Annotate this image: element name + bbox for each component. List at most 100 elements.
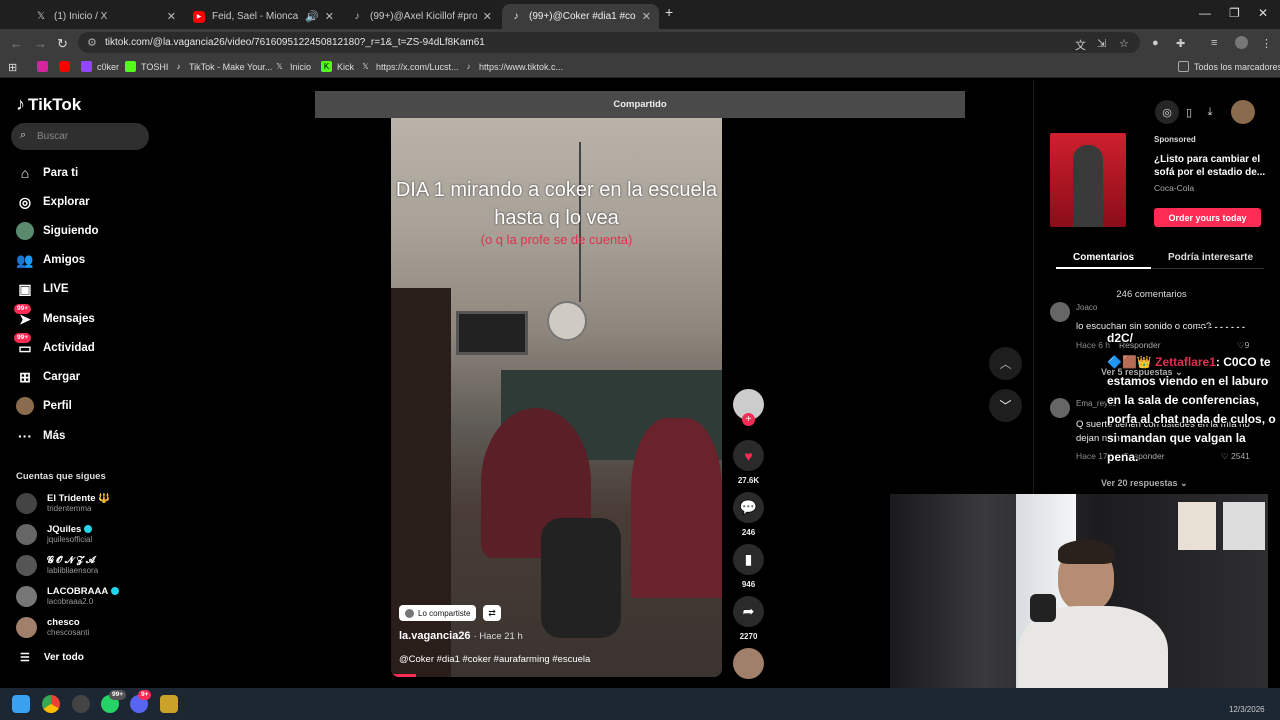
browser-tab-active[interactable]: ♪ (99+)@Coker #dia1 #coker #au ✕ <box>502 4 659 29</box>
ad-cta-button[interactable]: Order yours today <box>1154 208 1261 227</box>
speaker-icon[interactable]: 🔊 <box>305 10 319 23</box>
nav-amigos[interactable]: 👥 Amigos <box>16 251 85 269</box>
browser-tab[interactable]: ▶ Feid, Sael - Mionca Al Bloq 🔊 ✕ <box>185 4 342 29</box>
video-author[interactable]: la.vagancia26 <box>399 630 471 642</box>
avatar[interactable] <box>1050 398 1070 418</box>
search-input[interactable]: ⌕ Buscar <box>11 123 149 150</box>
bookmark-tiktok-url[interactable]: ♪ https://www.tiktok.c... <box>463 61 564 72</box>
compass-icon[interactable]: ◎ <box>1155 100 1179 124</box>
browser-tab[interactable]: ♪ (99+)@Axel Kicillof #promo26 ✕ <box>343 4 500 29</box>
nav-mensajes[interactable]: ➤ 99+ Mensajes <box>14 304 95 328</box>
list-icon: ☰ <box>20 652 30 664</box>
nav-explorar[interactable]: ◎ Explorar <box>16 193 90 211</box>
profile-avatar[interactable] <box>1231 100 1255 124</box>
close-tab-icon[interactable]: ✕ <box>483 10 492 23</box>
sound-avatar[interactable] <box>733 648 764 679</box>
bookmark-tiktok[interactable]: ♪ TikTok - Make Your... <box>173 61 273 72</box>
see-all-button[interactable]: ☰ Ver todo <box>20 651 84 664</box>
translate-icon[interactable]: 文 <box>1075 37 1086 53</box>
close-window-button[interactable]: ✕ <box>1258 6 1268 20</box>
bookmark-kick[interactable]: K Kick <box>321 61 354 72</box>
next-video-button[interactable]: ﹀ <box>989 389 1022 422</box>
install-icon[interactable]: ⇲ <box>1097 37 1106 50</box>
taskbar-date: 12/3/2026 <box>1229 705 1265 714</box>
video-player[interactable]: DIA 1 mirando a coker en la escuela hast… <box>391 118 722 677</box>
new-tab-button[interactable]: + <box>665 4 673 20</box>
browser-tab[interactable]: 𝕏 (1) Inicio / X ✕ <box>27 4 184 29</box>
avatar[interactable] <box>1050 302 1070 322</box>
download-icon[interactable]: ⤓ <box>1198 100 1222 124</box>
classroom-tv <box>456 311 528 355</box>
profile-avatar[interactable] <box>1235 36 1248 49</box>
menu-icon[interactable]: ⋮ <box>1261 37 1272 50</box>
minimize-button[interactable]: — <box>1199 6 1211 20</box>
view-replies[interactable]: Ver 20 respuestas ⌄ <box>1101 478 1188 489</box>
nav-actividad[interactable]: ▭ 99+ Actividad <box>14 333 95 357</box>
video-progress-bar[interactable] <box>391 674 416 677</box>
close-tab-icon[interactable]: ✕ <box>325 10 334 23</box>
creator-avatar[interactable]: + <box>733 389 764 426</box>
microphone <box>1030 594 1056 622</box>
sponsored-label: Sponsored <box>1154 135 1196 144</box>
comment-button[interactable]: 💬 246 <box>733 492 764 537</box>
tab-podria-interesarte[interactable]: Podría interesarte <box>1168 252 1253 263</box>
extension-icon[interactable]: ● <box>1152 37 1159 49</box>
nav-cargar[interactable]: ⊞ Cargar <box>16 368 80 386</box>
share-button[interactable]: ➦ 2270 <box>733 596 764 641</box>
app-icon[interactable] <box>160 695 178 713</box>
followed-account[interactable]: JQuiles jquilesofficial <box>16 524 93 545</box>
save-button[interactable]: ▮ 946 <box>733 544 764 589</box>
followed-account[interactable]: 𝓖 𝓞 𝓝 𝓩 𝓐lablibliaensora <box>16 555 98 576</box>
bookmark-x[interactable]: 𝕏https://x.com/Lucst... <box>360 61 458 72</box>
bookmark-label: Kick <box>337 61 355 72</box>
site-info-icon[interactable]: ⚙ <box>87 36 97 49</box>
chrome-icon[interactable] <box>42 695 60 713</box>
instagram-bookmark[interactable] <box>37 61 53 72</box>
bookmark-inicio[interactable]: 𝕏 Inicio <box>274 61 311 72</box>
video-overlay-subtext: (o q la profe se de cuenta) <box>480 232 633 247</box>
followed-account[interactable]: El Tridente 🔱 tridentemma <box>16 493 110 514</box>
previous-video-button[interactable]: ︿ <box>989 347 1022 380</box>
nav-siguiendo[interactable]: Siguiendo <box>16 222 99 240</box>
nav-live[interactable]: ▣ LIVE <box>16 280 68 298</box>
apps-icon[interactable]: ⊞ <box>8 61 17 74</box>
extensions-puzzle-icon[interactable]: ✚ <box>1176 37 1185 50</box>
discord-icon[interactable]: 9+ <box>130 690 152 713</box>
bookmark-toshi[interactable]: TOSHI <box>125 61 168 72</box>
tiktok-icon: ♪ <box>513 11 519 22</box>
nav-perfil[interactable]: Perfil <box>16 397 72 415</box>
repost-icon[interactable]: ⇄ <box>483 605 501 621</box>
media-icon[interactable]: ≡ <box>1211 37 1217 49</box>
nav-para-ti[interactable]: ⌂ Para ti <box>16 164 78 182</box>
tab-comentarios[interactable]: Comentarios <box>1073 252 1134 263</box>
youtube-bookmark[interactable] <box>59 61 75 72</box>
windows-start-icon[interactable] <box>12 695 30 713</box>
forward-icon[interactable]: → <box>34 36 47 51</box>
close-tab-icon[interactable]: ✕ <box>642 10 651 23</box>
avatar <box>16 555 37 576</box>
search-placeholder: Buscar <box>37 131 69 142</box>
followed-account[interactable]: chesco chescosanti <box>16 617 89 638</box>
shared-tag[interactable]: Lo compartiste <box>399 605 477 621</box>
close-tab-icon[interactable]: ✕ <box>167 10 176 23</box>
all-bookmarks[interactable]: Todos los marcadores <box>1178 61 1280 72</box>
comment-like[interactable]: ♡9 <box>1237 340 1249 351</box>
nav-mas[interactable]: ··· Más <box>16 427 65 445</box>
comment-user[interactable]: Joaco <box>1076 303 1097 312</box>
follow-plus-icon[interactable]: + <box>742 413 755 426</box>
url-field[interactable]: ⚙ tiktok.com/@la.vagancia26/video/761609… <box>78 32 1140 53</box>
reload-icon[interactable]: ↻ <box>57 36 68 52</box>
followed-account[interactable]: LACOBRAAA lacobraaa2.0 <box>16 586 120 607</box>
sponsored-ad[interactable]: Sponsored ¿Listo para cambiar el sofá po… <box>1050 133 1265 228</box>
shared-banner-text: Compartido <box>613 99 667 110</box>
tiktok-logo[interactable]: ♪ TikTok <box>16 94 81 115</box>
whatsapp-icon[interactable]: 99+ <box>101 690 127 713</box>
bookmark-c0ker[interactable]: c0ker <box>81 61 119 72</box>
back-icon[interactable]: ← <box>10 36 23 51</box>
account-name: JQuiles <box>47 524 82 535</box>
see-all-label: Ver todo <box>43 652 84 663</box>
like-button[interactable]: ♥ 27.6K <box>733 440 764 485</box>
restore-button[interactable]: ❐ <box>1229 6 1240 20</box>
obs-icon[interactable] <box>72 695 90 713</box>
bookmark-star-icon[interactable]: ☆ <box>1119 37 1129 50</box>
